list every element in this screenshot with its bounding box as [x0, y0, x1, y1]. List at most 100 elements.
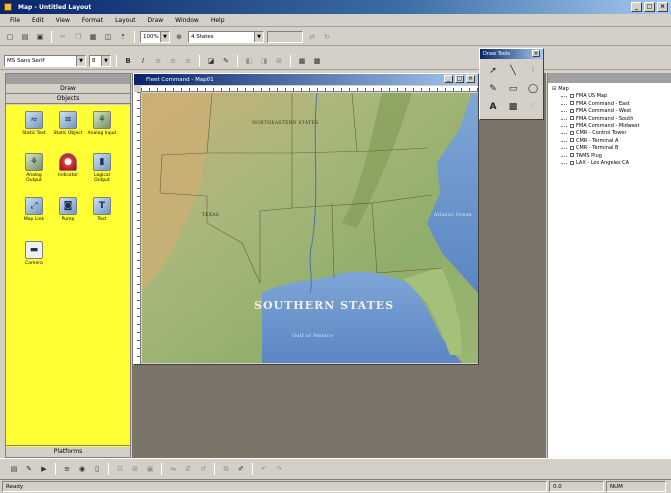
bold-icon[interactable]: B — [122, 55, 134, 67]
draw-palette-titlebar[interactable]: Draw Tools × — [480, 49, 543, 59]
close-button[interactable]: × — [657, 2, 668, 12]
save-icon[interactable]: ▣ — [34, 31, 46, 43]
snap-icon[interactable]: ▩ — [311, 55, 323, 67]
minimize-button[interactable]: _ — [631, 2, 642, 12]
palette-static-object[interactable]: ≋ Static Object — [52, 111, 84, 136]
menu-file[interactable]: File — [4, 17, 26, 24]
tree-root[interactable]: ⊟ Map — [552, 86, 671, 93]
menu-layout[interactable]: Layout — [109, 17, 141, 24]
pointer-icon[interactable]: ⇡ — [117, 31, 129, 43]
collapse-icon[interactable]: ⊟ — [552, 86, 556, 93]
child-maximize-button[interactable]: □ — [455, 75, 464, 83]
align-right-icon[interactable]: ≡ — [182, 55, 194, 67]
brush-icon[interactable]: ✐ — [235, 463, 247, 475]
align-icon[interactable]: ⊟ — [114, 463, 126, 475]
palette-pump[interactable]: ◙ Pump — [52, 197, 84, 222]
tree-item[interactable]: CMR - Terminal B — [552, 145, 671, 152]
menu-help[interactable]: Help — [205, 17, 231, 24]
preview-icon[interactable]: ◫ — [102, 31, 114, 43]
colors-icon[interactable]: ◉ — [76, 463, 88, 475]
link-icon[interactable]: ⇄ — [306, 31, 318, 43]
maximize-button[interactable]: □ — [644, 2, 655, 12]
layout-icon[interactable]: ▤ — [8, 463, 20, 475]
child-close-button[interactable]: × — [466, 75, 475, 83]
section-objects[interactable]: Objects — [6, 94, 130, 104]
align-center-icon[interactable]: ≡ — [167, 55, 179, 67]
extra-combo[interactable] — [267, 30, 303, 43]
page-setup-icon[interactable]: ▯ — [91, 463, 103, 475]
menu-edit[interactable]: Edit — [26, 17, 50, 24]
chevron-down-icon[interactable]: ▼ — [160, 31, 169, 42]
text-tool-icon[interactable]: A — [484, 99, 502, 115]
send-back-icon[interactable]: ◨ — [258, 55, 270, 67]
draw-tools-palette[interactable]: Draw Tools × ➚ ╲ ⌇ ✎ ▭ ◯ A ▩ ◜ — [479, 48, 544, 120]
image-tool-icon[interactable]: ▩ — [504, 99, 522, 115]
tree-item[interactable]: CMR - Control Tower — [552, 130, 671, 137]
bring-front-icon[interactable]: ◧ — [243, 55, 255, 67]
palette-analog-input[interactable]: ⚘ Analog Input — [86, 111, 118, 136]
fill-color-icon[interactable]: ◪ — [205, 55, 217, 67]
align-left-icon[interactable]: ≡ — [152, 55, 164, 67]
section-draw[interactable]: Draw — [6, 84, 130, 94]
print-icon[interactable]: ▦ — [87, 31, 99, 43]
menu-window[interactable]: Window — [169, 17, 205, 24]
flip-h-icon[interactable]: ⇋ — [167, 463, 179, 475]
polyline-tool-icon[interactable]: ⌇ — [524, 63, 542, 79]
menu-draw[interactable]: Draw — [141, 17, 169, 24]
pencil-tool-icon[interactable]: ✎ — [484, 81, 502, 97]
tree-item[interactable]: FMA US Map — [552, 93, 671, 100]
undo-icon[interactable]: ↶ — [258, 463, 270, 475]
tree-item[interactable]: FMA Command - West — [552, 108, 671, 115]
rectangle-tool-icon[interactable]: ▭ — [504, 81, 522, 97]
font-combo[interactable]: MS Sans Serif ▼ — [4, 54, 86, 67]
tree-item[interactable]: CMR - Terminal A — [552, 138, 671, 145]
palette-text[interactable]: T Text — [86, 197, 118, 222]
zoom-combo[interactable]: 100% ▼ — [140, 30, 170, 43]
palette-camera[interactable]: ▬ Camera — [18, 241, 50, 266]
map-window-titlebar[interactable]: Fleet Command - Map01 _ □ × — [134, 74, 478, 85]
refresh-icon[interactable]: ↻ — [321, 31, 333, 43]
menu-view[interactable]: View — [50, 17, 76, 24]
edit-layout-icon[interactable]: ✎ — [23, 463, 35, 475]
chevron-down-icon[interactable]: ▼ — [254, 31, 263, 42]
chevron-down-icon[interactable]: ▼ — [101, 55, 110, 66]
size-combo[interactable]: 8 ▼ — [89, 54, 111, 67]
map-window[interactable]: Fleet Command - Map01 _ □ × NORTHEASTERN… — [133, 73, 479, 365]
palette-static-text[interactable]: ≈ Static Text — [18, 111, 50, 136]
properties-icon[interactable]: ≡ — [61, 463, 73, 475]
copy-icon[interactable]: ❐ — [72, 31, 84, 43]
tree-item[interactable]: FMA Command - South — [552, 116, 671, 123]
draw-palette-close[interactable]: × — [532, 50, 540, 57]
italic-icon[interactable]: I — [137, 55, 149, 67]
line-tool-icon[interactable]: ╲ — [504, 63, 522, 79]
palette-logical-output[interactable]: ▮ Logical Output — [86, 153, 118, 183]
rotate-icon[interactable]: ↺ — [197, 463, 209, 475]
palette-analog-output[interactable]: ⚘ Analog Output — [18, 153, 50, 183]
same-size-icon[interactable]: ▣ — [144, 463, 156, 475]
zoom-icon[interactable]: ⊕ — [173, 31, 185, 43]
select-arrow-icon[interactable]: ➚ — [484, 63, 502, 79]
flip-v-icon[interactable]: ⇵ — [182, 463, 194, 475]
run-icon[interactable]: ▶ — [38, 463, 50, 475]
tree-item[interactable]: LAX - Los Angeles CA — [552, 160, 671, 167]
cut-icon[interactable]: ✂ — [57, 31, 69, 43]
tree-item[interactable]: TAMS Plug — [552, 153, 671, 160]
group-icon[interactable]: ⊞ — [273, 55, 285, 67]
menu-format[interactable]: Format — [76, 17, 109, 24]
palette-indicator[interactable]: ● Indicator — [52, 153, 84, 178]
tree-item[interactable]: FMA Command - East — [552, 101, 671, 108]
child-minimize-button[interactable]: _ — [444, 75, 453, 83]
palette-map-link[interactable]: ⤢ Map Link — [18, 197, 50, 222]
grid-icon[interactable]: ▦ — [296, 55, 308, 67]
distribute-icon[interactable]: ⊞ — [129, 463, 141, 475]
map-canvas[interactable]: NORTHEASTERN STATES TEXAS SOUTHERN STATE… — [142, 93, 478, 363]
new-icon[interactable]: ▢ — [4, 31, 16, 43]
redo-icon[interactable]: ↷ — [273, 463, 285, 475]
layer-combo[interactable]: 4 States ▼ — [188, 30, 264, 43]
chevron-down-icon[interactable]: ▼ — [76, 55, 85, 66]
ellipse-tool-icon[interactable]: ◯ — [524, 81, 542, 97]
order-icon[interactable]: ⧉ — [220, 463, 232, 475]
section-platforms[interactable]: Platforms — [6, 445, 130, 457]
tree-item[interactable]: FMA Command - Midwest — [552, 123, 671, 130]
line-color-icon[interactable]: ✎ — [220, 55, 232, 67]
